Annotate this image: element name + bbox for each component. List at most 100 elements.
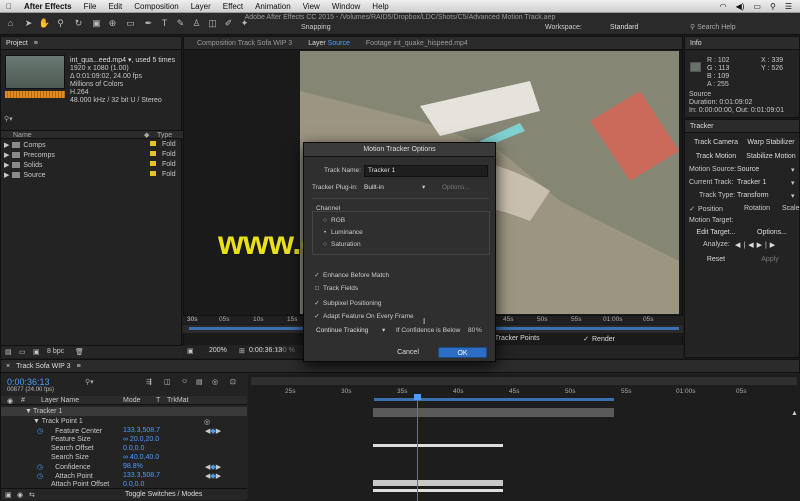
menu-view[interactable]: View (297, 2, 326, 11)
motion-source-select[interactable]: Source (737, 166, 759, 173)
expand-arrow-icon[interactable]: ▼ (33, 418, 40, 425)
stopwatch-icon[interactable]: ◷ (37, 473, 43, 480)
pan-behind-tool-icon[interactable]: ⊕ (106, 17, 119, 30)
row-value[interactable]: ∞ 40.0,40.0 (123, 454, 159, 461)
render-toggle[interactable]: ✓ Render (583, 335, 615, 343)
current-track-select[interactable]: Tracker 1 (737, 179, 766, 186)
timeline-row-tracker[interactable]: ▼ Tracker 1 (1, 407, 247, 416)
subpixel-checkbox[interactable]: ✓ Subpixel Positioning (314, 299, 381, 307)
eye-icon[interactable]: ◎ (204, 418, 210, 426)
battery-icon[interactable]: ▭ (753, 2, 761, 11)
draft-3d-icon[interactable]: ◫ (164, 378, 171, 386)
track-fields-checkbox[interactable]: □ Track Fields (314, 285, 358, 292)
project-item-source[interactable]: ▶ Source (4, 171, 46, 179)
track-type-select[interactable]: Transform (737, 192, 769, 199)
edit-target-button[interactable]: Edit Target... (689, 227, 743, 238)
timeline-tab[interactable]: Track Sofa WIP 3 (16, 363, 70, 370)
magnify-icon[interactable]: ▣ (187, 347, 194, 355)
resolution-pct[interactable]: 100 % (275, 347, 295, 354)
timeline-row-track-point[interactable]: ▼ Track Point 1 (33, 418, 83, 425)
chevron-down-icon[interactable]: ▾ (791, 179, 795, 187)
row-value[interactable]: 0.0,0.0 (123, 445, 144, 452)
layer-duration-bar[interactable] (373, 408, 614, 417)
layer-switches-icon[interactable]: ▣ (5, 491, 12, 499)
home-icon[interactable]: ⌂ (4, 17, 17, 30)
in-out-stretch-icon[interactable]: ⇆ (29, 491, 35, 499)
track-motion-button[interactable]: Track Motion (690, 151, 742, 162)
keyframe-nav[interactable]: ◀◆▶ (205, 427, 221, 435)
chevron-down-icon[interactable]: ▾ (382, 326, 385, 334)
row-value[interactable]: 133.3,508.7 (123, 472, 160, 479)
interpret-footage-icon[interactable]: ▤ (5, 348, 12, 356)
frame-blending-icon[interactable]: ▤ (196, 378, 203, 386)
apply-button[interactable]: Apply (747, 254, 793, 265)
search-help-input[interactable]: ⚲ Search Help (690, 22, 796, 33)
motion-blur-icon[interactable]: ◎ (212, 378, 218, 386)
timeline-row-confidence[interactable]: ◷ Confidence (37, 463, 90, 471)
playhead-line[interactable] (417, 396, 418, 501)
chevron-down-icon[interactable]: ▾ (791, 192, 795, 200)
menu-edit[interactable]: Edit (102, 2, 128, 11)
footage-name[interactable]: int_qua...eed.mp4 ▾ (70, 57, 132, 64)
clone-stamp-tool-icon[interactable]: ♙ (190, 17, 203, 30)
shy-layers-icon[interactable]: ☺ (181, 378, 188, 385)
work-area-bar[interactable] (374, 398, 614, 401)
menu-app[interactable]: After Effects (18, 2, 78, 11)
project-search-input[interactable]: ⚲▾ (4, 115, 104, 125)
snapshot-icon[interactable]: ⊞ (239, 347, 245, 355)
stopwatch-icon[interactable]: ◷ (37, 464, 43, 471)
zoom-in-icon[interactable]: ▲ (791, 410, 798, 417)
luminance-radio[interactable]: • Luminance (322, 229, 363, 236)
next-keyframe-icon[interactable]: ▶ (216, 464, 221, 471)
tab-composition[interactable]: Composition Track Sofa WIP 3 (189, 40, 300, 47)
rotate-tool-icon[interactable]: ↻ (72, 17, 85, 30)
info-tab[interactable]: Info (690, 40, 702, 47)
timeline-search-input[interactable]: ⚲▾ (85, 378, 155, 388)
type-tool-icon[interactable]: T (158, 17, 171, 30)
expand-arrow-icon[interactable]: ▼ (25, 408, 32, 415)
keyframe-lane[interactable] (373, 480, 503, 486)
menu-animation[interactable]: Animation (249, 2, 297, 11)
rectangle-tool-icon[interactable]: ▭ (124, 17, 137, 30)
camera-tool-icon[interactable]: ▣ (90, 17, 103, 30)
panel-menu-icon[interactable]: ≡ (77, 363, 81, 370)
transfer-controls-icon[interactable]: ◉ (17, 491, 23, 499)
timeline-row-attach-point[interactable]: ◷ Attach Point (37, 472, 93, 480)
keyframe-lane[interactable] (373, 489, 503, 492)
selection-tool-icon[interactable]: ➤ (22, 17, 35, 30)
brush-tool-icon[interactable]: ✎ (174, 17, 187, 30)
menu-effect[interactable]: Effect (217, 2, 249, 11)
tracker-options-button[interactable]: Options... (747, 227, 797, 238)
zoom-slider[interactable]: ▲ (791, 410, 799, 500)
bpc-label[interactable]: 8 bpc (47, 348, 64, 355)
menu-file[interactable]: File (78, 2, 103, 11)
warp-stabilizer-button[interactable]: Warp Stabilizer (743, 137, 799, 148)
analyze-forward-frame-icon[interactable]: |▶ (765, 242, 778, 249)
playhead-handle[interactable] (414, 394, 421, 400)
timeline-ruler[interactable]: 25s 30s 35s 40s 45s 50s 55s 01:00s 05s (248, 388, 800, 397)
view-select[interactable]: n Tracker Points (489, 335, 540, 342)
hand-tool-icon[interactable]: ✋ (38, 17, 51, 30)
rgb-radio[interactable]: ○ RGB (322, 217, 345, 224)
expand-arrow-icon[interactable]: ▶ (4, 142, 9, 149)
plugin-options-button[interactable]: Options... (442, 184, 470, 191)
menu-layer[interactable]: Layer (185, 2, 217, 11)
tab-footage[interactable]: Footage int_quake_hispeed.mp4 (358, 40, 476, 47)
graph-editor-icon[interactable]: ⊡ (230, 378, 236, 386)
track-camera-button[interactable]: Track Camera (690, 137, 742, 148)
next-keyframe-icon[interactable]: ▶ (216, 473, 221, 480)
zoom-tool-icon[interactable]: ⚲ (54, 17, 67, 30)
row-value[interactable]: 0.0,0.0 (123, 481, 144, 488)
reset-button[interactable]: Reset (693, 254, 739, 265)
timeline-graph-area[interactable]: 25s 30s 35s 40s 45s 50s 55s 01:00s 05s ▲ (248, 374, 800, 501)
keyframe-lane[interactable] (373, 444, 503, 447)
trash-icon[interactable]: 🗑 (75, 348, 84, 356)
tracker-tab[interactable]: Tracker (690, 123, 713, 130)
analyze-backward-icon[interactable]: ◀ (748, 242, 756, 249)
col-trkmat[interactable]: TrkMat (167, 397, 189, 404)
close-icon[interactable]: × (6, 363, 10, 370)
toggle-switches-button[interactable]: Toggle Switches / Modes (125, 491, 202, 498)
project-item-solids[interactable]: ▶ Solids (4, 161, 42, 169)
expand-arrow-icon[interactable]: ▶ (4, 172, 9, 179)
analyze-back-frame-icon[interactable]: ◀| (735, 242, 748, 249)
